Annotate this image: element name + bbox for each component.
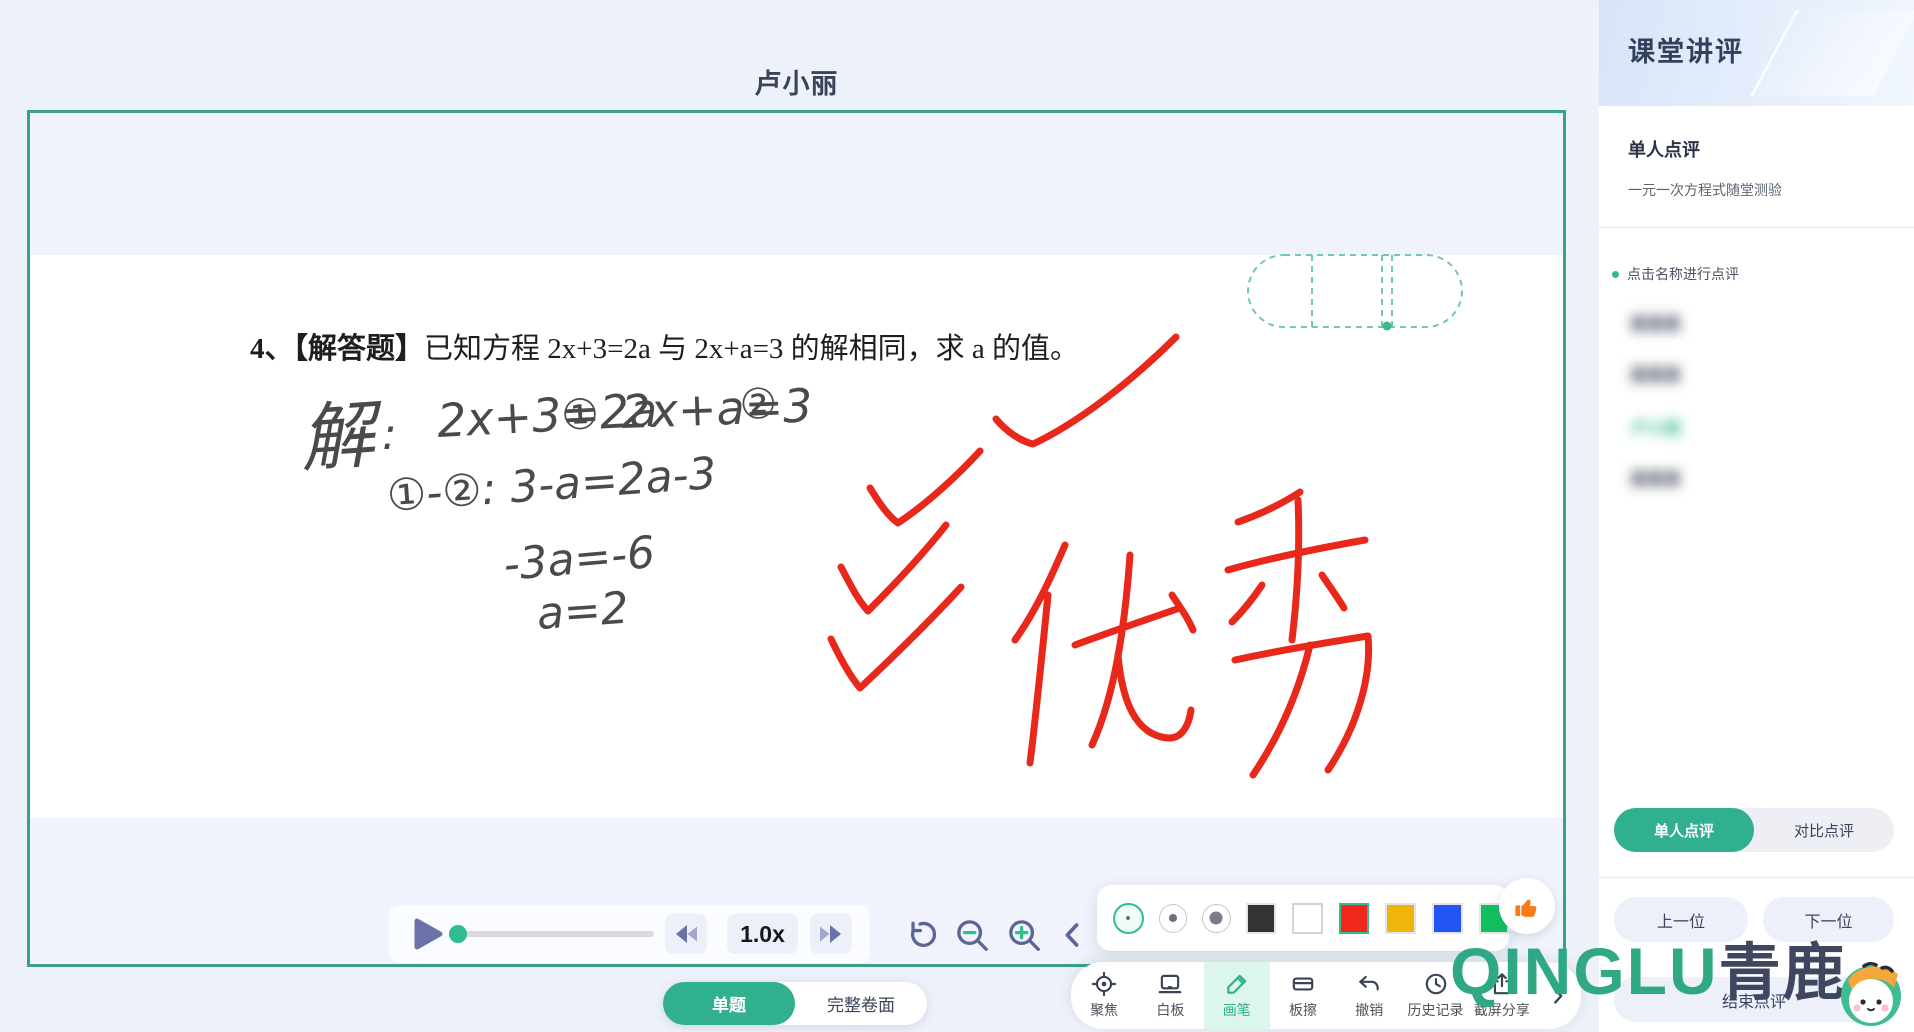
thumbs-up-icon [1512, 891, 1542, 921]
pen-size-large[interactable] [1202, 904, 1231, 933]
hw-eq1-mark: ① [560, 389, 600, 440]
view-mode-toggle: 单题 完整卷面 [663, 982, 927, 1025]
toolbar-expand-button[interactable] [1535, 962, 1581, 1029]
tool-focus[interactable]: 聚焦 [1071, 962, 1137, 1029]
step-backward-button[interactable] [665, 914, 707, 954]
review-mode-segmented: 单人点评 对比点评 [1614, 808, 1894, 852]
student-item-1[interactable]: 某某某 [1630, 310, 1681, 335]
tool-pen[interactable]: 画笔 [1204, 962, 1270, 1029]
zoom-out-icon[interactable] [953, 916, 991, 954]
praise-bubble[interactable] [1499, 878, 1555, 934]
hint-text: 点击名称进行点评 [1627, 264, 1739, 284]
undo-icon [1356, 971, 1382, 997]
hw-eq2: 2x+a=3 [620, 378, 813, 439]
student-item-4[interactable]: 某某某 [1630, 465, 1681, 490]
color-blue[interactable] [1432, 903, 1463, 934]
hw-solve-label: 解 [297, 391, 387, 483]
playback-speed-button[interactable]: 1.0x [727, 914, 798, 954]
focus-region-dashed-outline [1248, 255, 1462, 327]
previous-student-button[interactable]: 上一位 [1614, 897, 1748, 942]
hw-colon: : [382, 409, 397, 460]
mascot-avatar [1836, 954, 1906, 1028]
view-full-paper[interactable]: 完整卷面 [795, 982, 927, 1025]
annotation-toolbar: 聚焦 白板 画笔 板擦 [1071, 962, 1581, 1029]
segmented-compare-review[interactable]: 对比点评 [1754, 808, 1894, 852]
header-chevron-decoration [1750, 10, 1914, 96]
pen-size-medium[interactable] [1159, 904, 1188, 933]
progress-slider-knob[interactable] [449, 925, 467, 943]
progress-slider-track[interactable] [449, 931, 654, 937]
color-white[interactable] [1292, 903, 1323, 934]
student-item-2[interactable]: 某某某 [1630, 361, 1681, 386]
focus-region-handle-dot[interactable] [1383, 322, 1392, 331]
hw-step2: ①-②: 3-a=2a-3 [385, 448, 718, 522]
collapse-left-icon[interactable] [1056, 918, 1090, 952]
sidebar-divider-bottom [1599, 877, 1914, 878]
hw-step3: -3a=-6 [502, 527, 657, 591]
sidebar-divider-top [1599, 227, 1914, 228]
tool-undo[interactable]: 撤销 [1336, 962, 1402, 1029]
student-hint: 点击名称进行点评 [1612, 264, 1739, 284]
hw-eq2-mark: ② [739, 379, 778, 429]
reset-view-icon[interactable] [901, 916, 939, 954]
step-forward-button[interactable] [810, 914, 852, 954]
hint-bullet-dot [1612, 271, 1619, 278]
eraser-icon [1290, 971, 1316, 997]
view-single-question[interactable]: 单题 [663, 982, 795, 1025]
student-name-title: 卢小丽 [27, 62, 1566, 101]
student-item-3-selected[interactable]: 卢小丽 [1630, 414, 1681, 439]
chevron-right-icon [1547, 985, 1569, 1007]
sidebar-header: 课堂讲评 [1599, 0, 1914, 106]
zoom-in-icon[interactable] [1005, 916, 1043, 954]
color-red[interactable] [1339, 903, 1370, 934]
tool-history[interactable]: 历史记录 [1402, 962, 1468, 1029]
grade-excellent-strokes [1015, 492, 1369, 775]
review-mode-heading: 单人点评 [1628, 136, 1700, 162]
playback-bar: 1.0x [389, 905, 870, 963]
whiteboard-icon [1157, 971, 1183, 997]
app-root: 卢小丽 4、【解答题】已知方程 2x+3=2a 与 2x+a=3 的解相同，求 … [0, 0, 1914, 1032]
handwriting-layer: 解 : 2x+3=2a ① 2x+a=3 ② ①-②: 3-a=2a-3 -3a… [30, 113, 1563, 964]
tool-screenshot-share[interactable]: 截屏分享 [1469, 962, 1535, 1029]
color-black[interactable] [1246, 903, 1277, 934]
grade-excellent-text: 优秀 [1020, 763, 1040, 776]
tool-eraser[interactable]: 板擦 [1270, 962, 1336, 1029]
focus-target-icon [1091, 971, 1117, 997]
answer-canvas[interactable]: 4、【解答题】已知方程 2x+3=2a 与 2x+a=3 的解相同，求 a 的值… [27, 110, 1566, 967]
tool-whiteboard[interactable]: 白板 [1137, 962, 1203, 1029]
share-upload-icon [1489, 971, 1515, 997]
pen-size-small[interactable] [1113, 903, 1144, 934]
next-student-button[interactable]: 下一位 [1763, 897, 1894, 942]
color-yellow[interactable] [1385, 903, 1416, 934]
pen-icon [1224, 971, 1250, 997]
segmented-single-review[interactable]: 单人点评 [1614, 808, 1754, 852]
playback-speed-value: 1.0x [740, 921, 785, 948]
pen-settings-panel [1097, 885, 1509, 951]
sidebar-title: 课堂讲评 [1628, 30, 1744, 69]
quiz-name: 一元一次方程式随堂测验 [1628, 180, 1782, 200]
play-button[interactable] [413, 918, 443, 950]
hw-step4: a=2 [535, 583, 630, 640]
history-clock-icon [1423, 971, 1449, 997]
